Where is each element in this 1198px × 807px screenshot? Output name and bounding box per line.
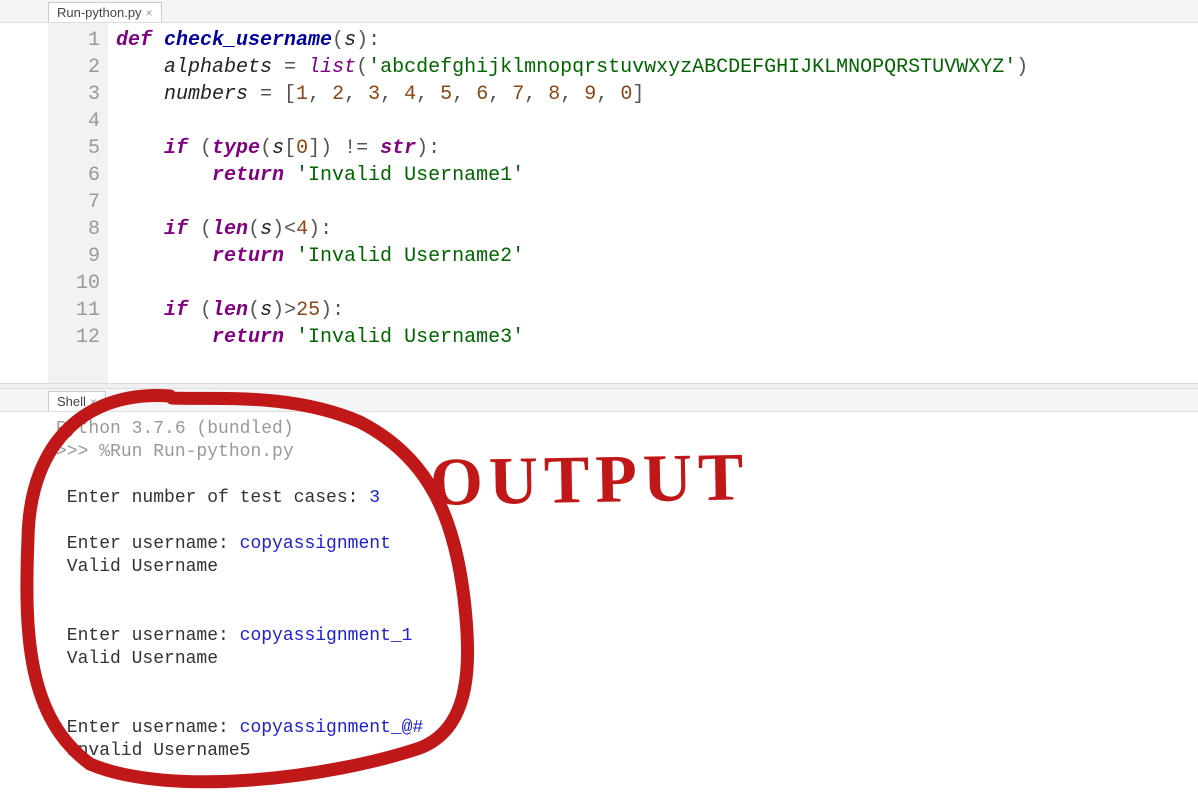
line-number: 6: [48, 162, 100, 189]
line-number: 3: [48, 81, 100, 108]
shell-banner: Python 3.7.6 (bundled): [56, 418, 1190, 441]
shell-user-input: 3: [369, 488, 380, 508]
code-line[interactable]: return 'Invalid Username1': [116, 162, 1028, 189]
shell-line: [56, 602, 1190, 625]
close-icon[interactable]: ×: [146, 6, 153, 20]
line-number: 12: [48, 324, 100, 351]
shell-line: [56, 671, 1190, 694]
shell-tab-bar: Shell ×: [0, 389, 1198, 412]
editor-tab[interactable]: Run-python.py ×: [48, 2, 162, 22]
shell-tab[interactable]: Shell ×: [48, 391, 106, 411]
editor-tab-label: Run-python.py: [57, 5, 142, 20]
shell-run-line: >>> %Run Run-python.py: [56, 441, 1190, 464]
code-line[interactable]: [116, 270, 1028, 297]
shell-line: Enter username: copyassignment: [56, 533, 1190, 556]
line-number: 11: [48, 297, 100, 324]
close-icon[interactable]: ×: [90, 395, 97, 409]
code-line[interactable]: [116, 189, 1028, 216]
editor-tab-bar: Run-python.py ×: [0, 0, 1198, 23]
line-number: 5: [48, 135, 100, 162]
shell-line: Enter username: copyassignment_@#: [56, 717, 1190, 740]
line-number: 10: [48, 270, 100, 297]
shell-line: Valid Username: [56, 556, 1190, 579]
shell-tab-label: Shell: [57, 394, 86, 409]
code-line[interactable]: def check_username(s):: [116, 27, 1028, 54]
line-gutter: 123456789101112: [48, 23, 108, 383]
line-number: 8: [48, 216, 100, 243]
code-line[interactable]: return 'Invalid Username2': [116, 243, 1028, 270]
shell-user-input: copyassignment: [240, 534, 391, 554]
shell-output[interactable]: Python 3.7.6 (bundled)>>> %Run Run-pytho…: [0, 412, 1198, 769]
code-line[interactable]: if (type(s[0]) != str):: [116, 135, 1028, 162]
shell-line: [56, 694, 1190, 717]
code-line[interactable]: return 'Invalid Username3': [116, 324, 1028, 351]
code-editor[interactable]: 123456789101112 def check_username(s): a…: [0, 23, 1198, 383]
line-number: 9: [48, 243, 100, 270]
code-line[interactable]: numbers = [1, 2, 3, 4, 5, 6, 7, 8, 9, 0]: [116, 81, 1028, 108]
code-line[interactable]: if (len(s)<4):: [116, 216, 1028, 243]
code-line[interactable]: [116, 108, 1028, 135]
shell-user-input: copyassignment_@#: [240, 718, 424, 738]
line-number: 2: [48, 54, 100, 81]
shell-line: Valid Username: [56, 648, 1190, 671]
shell-line: [56, 510, 1190, 533]
code-area[interactable]: def check_username(s): alphabets = list(…: [108, 23, 1036, 383]
shell-user-input: copyassignment_1: [240, 626, 413, 646]
shell-line: Enter number of test cases: 3: [56, 487, 1190, 510]
line-number: 7: [48, 189, 100, 216]
shell-line: Invalid Username5: [56, 740, 1190, 763]
code-line[interactable]: if (len(s)>25):: [116, 297, 1028, 324]
code-line[interactable]: alphabets = list('abcdefghijklmnopqrstuv…: [116, 54, 1028, 81]
line-number: 1: [48, 27, 100, 54]
line-number: 4: [48, 108, 100, 135]
shell-line: [56, 579, 1190, 602]
shell-line: Enter username: copyassignment_1: [56, 625, 1190, 648]
